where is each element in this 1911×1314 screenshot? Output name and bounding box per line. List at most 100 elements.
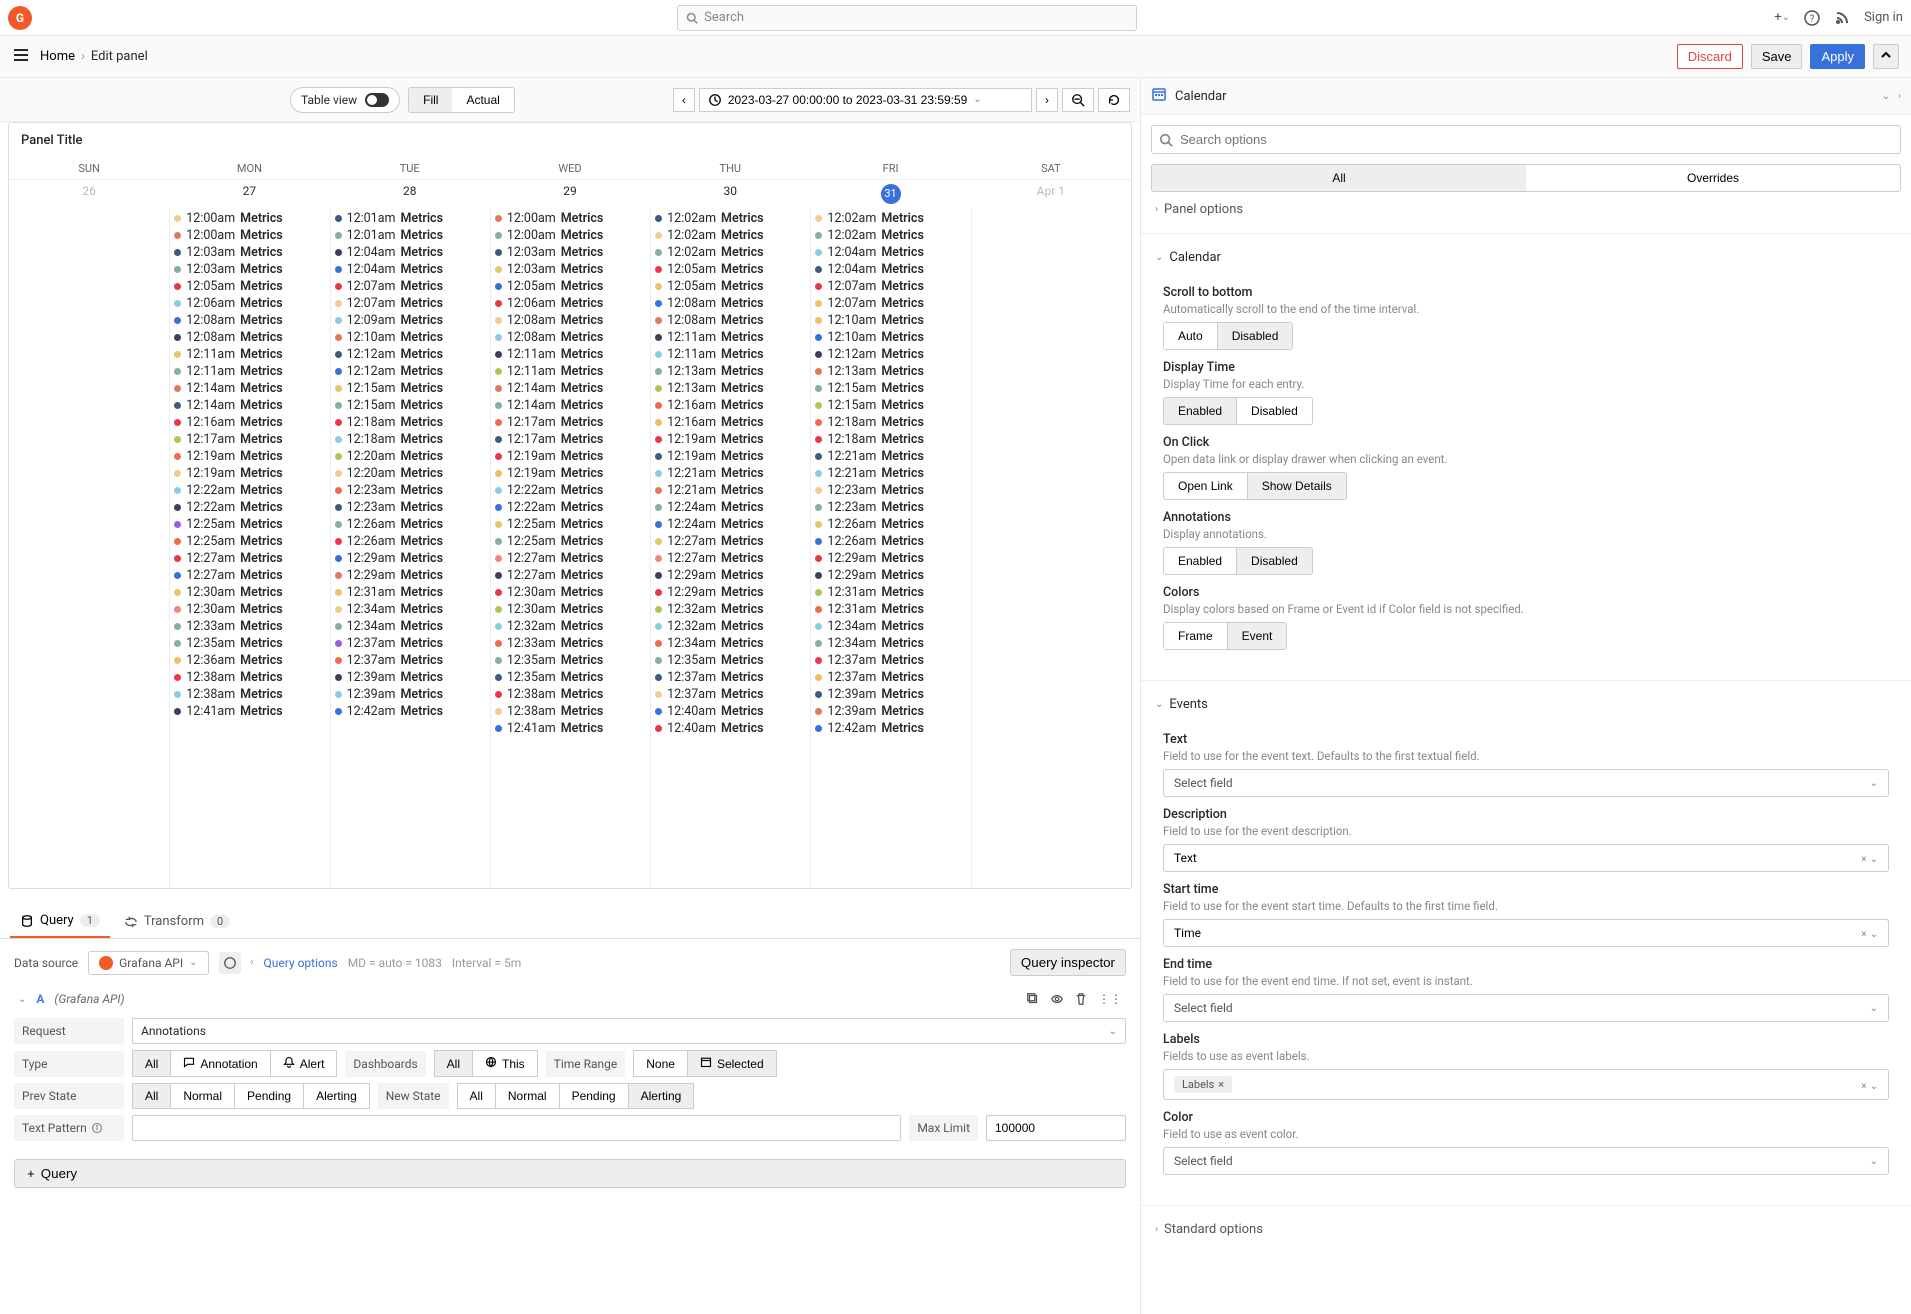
calendar-event[interactable]: 12:02amMetrics xyxy=(655,244,806,261)
hamburger-icon[interactable] xyxy=(12,46,30,68)
discard-button[interactable]: Discard xyxy=(1677,44,1743,69)
calendar-event[interactable]: 12:19amMetrics xyxy=(174,448,325,465)
calendar-event[interactable]: 12:00amMetrics xyxy=(495,227,646,244)
calendar-event[interactable]: 12:21amMetrics xyxy=(655,482,806,499)
calendar-event[interactable]: 12:10amMetrics xyxy=(335,329,486,346)
signin-link[interactable]: Sign in xyxy=(1864,10,1903,25)
labels-chip[interactable]: Labels × xyxy=(1174,1076,1232,1093)
calendar-event[interactable]: 12:23amMetrics xyxy=(335,482,486,499)
calendar-event[interactable]: 12:34amMetrics xyxy=(815,635,966,652)
remove-chip-icon[interactable]: × xyxy=(1218,1078,1224,1091)
colors-event-button[interactable]: Event xyxy=(1227,623,1287,649)
calendar-date-cell[interactable]: 27 xyxy=(169,180,329,208)
new-seg-opt-alerting[interactable]: Alerting xyxy=(628,1083,695,1109)
datasource-help-button[interactable] xyxy=(219,952,241,974)
calendar-event[interactable]: 12:13amMetrics xyxy=(815,363,966,380)
dash-seg-opt-all[interactable]: All xyxy=(434,1050,473,1077)
calendar-event[interactable]: 12:26amMetrics xyxy=(815,516,966,533)
time-next-button[interactable]: › xyxy=(1036,88,1058,112)
calendar-date-cell[interactable]: 26 xyxy=(9,180,169,208)
calendar-event[interactable]: 12:23amMetrics xyxy=(335,499,486,516)
calendar-event[interactable]: 12:40amMetrics xyxy=(655,703,806,720)
chevron-down-icon[interactable]: ⌄ xyxy=(18,994,26,1005)
help-icon[interactable]: ? xyxy=(1804,10,1820,26)
calendar-event[interactable]: 12:07amMetrics xyxy=(815,278,966,295)
tab-transform[interactable]: Transform 0 xyxy=(114,905,240,938)
calendar-event[interactable]: 12:35amMetrics xyxy=(655,652,806,669)
calendar-event[interactable]: 12:05amMetrics xyxy=(655,261,806,278)
displaytime-disabled-button[interactable]: Disabled xyxy=(1236,398,1312,424)
calendar-event[interactable]: 12:07amMetrics xyxy=(335,278,486,295)
calendar-event[interactable]: 12:35amMetrics xyxy=(495,669,646,686)
type-seg-opt-annotation[interactable]: Annotation xyxy=(170,1050,270,1077)
calendar-event[interactable]: 12:06amMetrics xyxy=(495,295,646,312)
calendar-event[interactable]: 12:08amMetrics xyxy=(174,329,325,346)
calendar-event[interactable]: 12:15amMetrics xyxy=(815,397,966,414)
calendar-event[interactable]: 12:03amMetrics xyxy=(495,244,646,261)
time-prev-button[interactable]: ‹ xyxy=(673,88,695,112)
calendar-event[interactable]: 12:26amMetrics xyxy=(335,533,486,550)
datasource-select[interactable]: Grafana API ⌄ xyxy=(88,951,208,975)
onclick-showdetails-button[interactable]: Show Details xyxy=(1247,473,1346,499)
calendar-event[interactable]: 12:00amMetrics xyxy=(174,227,325,244)
tab-overrides[interactable]: Overrides xyxy=(1526,165,1900,191)
calendar-event[interactable]: 12:05amMetrics xyxy=(174,278,325,295)
add-query-button[interactable]: + Query xyxy=(14,1159,1126,1188)
calendar-event[interactable]: 12:20amMetrics xyxy=(335,448,486,465)
calendar-event[interactable]: 12:35amMetrics xyxy=(174,635,325,652)
section-calendar[interactable]: ⌄ Calendar xyxy=(1141,240,1911,275)
calendar-event[interactable]: 12:10amMetrics xyxy=(815,329,966,346)
calendar-event[interactable]: 12:30amMetrics xyxy=(495,584,646,601)
calendar-event[interactable]: 12:31amMetrics xyxy=(815,584,966,601)
calendar-event[interactable]: 12:08amMetrics xyxy=(655,295,806,312)
calendar-event[interactable]: 12:41amMetrics xyxy=(495,720,646,737)
calendar-event[interactable]: 12:11amMetrics xyxy=(495,346,646,363)
scroll-auto-button[interactable]: Auto xyxy=(1164,323,1217,349)
endtime-field-select[interactable]: Select field ⌄ xyxy=(1163,994,1889,1022)
calendar-event[interactable]: 12:33amMetrics xyxy=(174,618,325,635)
calendar-event[interactable]: 12:07amMetrics xyxy=(815,295,966,312)
calendar-event[interactable]: 12:25amMetrics xyxy=(174,533,325,550)
chevron-down-icon[interactable]: ⌄ xyxy=(1882,91,1890,102)
calendar-event[interactable]: 12:04amMetrics xyxy=(335,261,486,278)
maxlimit-input[interactable] xyxy=(986,1115,1126,1141)
labels-field-select[interactable]: Labels × × ⌄ xyxy=(1163,1069,1889,1100)
calendar-event[interactable]: 12:34amMetrics xyxy=(335,601,486,618)
text-field-select[interactable]: Select field ⌄ xyxy=(1163,769,1889,797)
calendar-event[interactable]: 12:07amMetrics xyxy=(335,295,486,312)
calendar-event[interactable]: 12:12amMetrics xyxy=(815,346,966,363)
calendar-event[interactable]: 12:27amMetrics xyxy=(655,533,806,550)
type-seg-opt-alert[interactable]: Alert xyxy=(270,1050,338,1077)
calendar-date-cell[interactable]: 30 xyxy=(650,180,810,208)
tr-seg-opt-selected[interactable]: Selected xyxy=(687,1050,777,1077)
clear-icon[interactable]: × xyxy=(1861,1081,1866,1092)
calendar-event[interactable]: 12:29amMetrics xyxy=(655,584,806,601)
calendar-event[interactable]: 12:21amMetrics xyxy=(815,448,966,465)
section-standard-options[interactable]: › Standard options xyxy=(1141,1212,1911,1247)
calendar-event[interactable]: 12:14amMetrics xyxy=(174,397,325,414)
toggle-visibility-icon[interactable] xyxy=(1050,992,1064,1006)
calendar-event[interactable]: 12:19amMetrics xyxy=(495,448,646,465)
calendar-event[interactable]: 12:03amMetrics xyxy=(174,261,325,278)
calendar-event[interactable]: 12:37amMetrics xyxy=(335,652,486,669)
calendar-date-cell[interactable]: 28 xyxy=(330,180,490,208)
calendar-event[interactable]: 12:35amMetrics xyxy=(495,652,646,669)
calendar-event[interactable]: 12:05amMetrics xyxy=(655,278,806,295)
onclick-openlink-button[interactable]: Open Link xyxy=(1164,473,1247,499)
textpattern-input[interactable] xyxy=(132,1115,901,1141)
calendar-event[interactable]: 12:29amMetrics xyxy=(655,567,806,584)
calendar-event[interactable]: 12:38amMetrics xyxy=(174,686,325,703)
calendar-event[interactable]: 12:42amMetrics xyxy=(335,703,486,720)
calendar-date-cell[interactable]: Apr 1 xyxy=(971,180,1131,208)
calendar-event[interactable]: 12:31amMetrics xyxy=(335,584,486,601)
calendar-event[interactable]: 12:22amMetrics xyxy=(174,482,325,499)
actual-button[interactable]: Actual xyxy=(452,88,513,112)
calendar-event[interactable]: 12:02amMetrics xyxy=(655,210,806,227)
calendar-event[interactable]: 12:14amMetrics xyxy=(174,380,325,397)
calendar-event[interactable]: 12:15amMetrics xyxy=(815,380,966,397)
annotations-enabled-button[interactable]: Enabled xyxy=(1164,548,1236,574)
calendar-event[interactable]: 12:11amMetrics xyxy=(655,346,806,363)
calendar-event[interactable]: 12:00amMetrics xyxy=(174,210,325,227)
calendar-event[interactable]: 12:42amMetrics xyxy=(815,720,966,737)
scroll-disabled-button[interactable]: Disabled xyxy=(1217,323,1293,349)
